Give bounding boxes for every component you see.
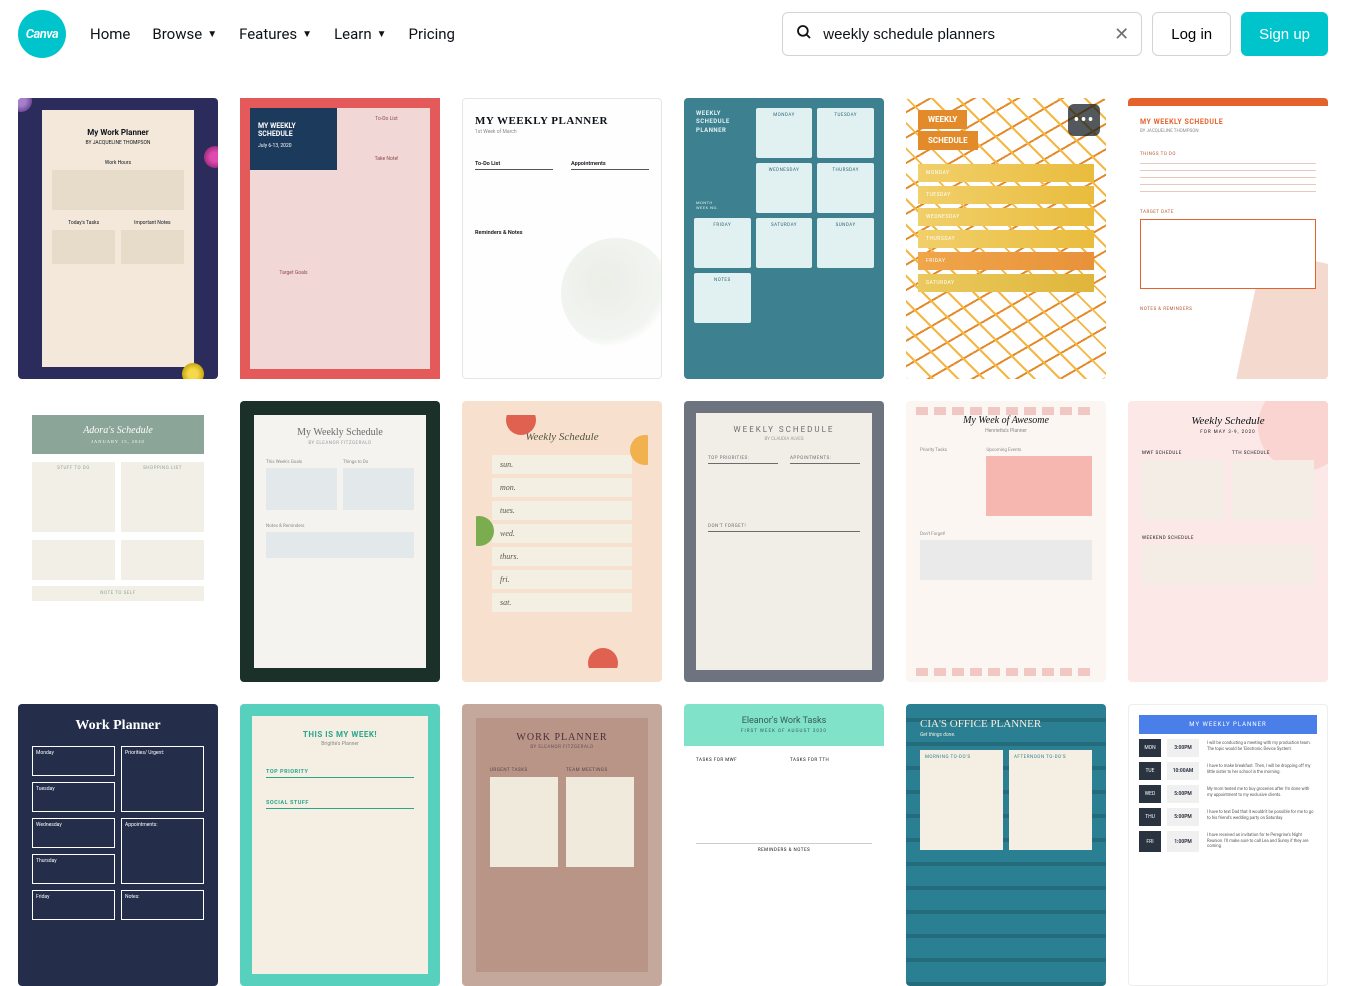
chevron-down-icon: ▼: [377, 29, 387, 40]
template-card[interactable]: CIA'S OFFICE PLANNER Get things done. MO…: [906, 704, 1106, 985]
template-card[interactable]: WORK PLANNER BY ELEANOR FITZGERALD URGEN…: [462, 704, 662, 985]
template-card[interactable]: MY WEEKLY SCHEDULE BY JACQUELINE THOMPSO…: [1128, 98, 1328, 379]
template-card[interactable]: MY WEEKLY SCHEDULEJuly 6-13, 2020 Target…: [240, 98, 440, 379]
chevron-down-icon: ▼: [207, 29, 217, 40]
template-card[interactable]: Weekly Schedule sun. mon. tues. wed. thu…: [462, 401, 662, 682]
template-card[interactable]: WEEKLY SCHEDULE MONDAY TUESDAY WEDNESDAY…: [906, 98, 1106, 379]
search-field[interactable]: ✕: [782, 12, 1142, 56]
nav-home[interactable]: Home: [90, 25, 130, 43]
nav-browse[interactable]: Browse▼: [152, 25, 217, 43]
search-input[interactable]: [823, 26, 1104, 43]
template-card[interactable]: Eleanor's Work TasksFIRST WEEK OF AUGUST…: [684, 704, 884, 985]
chevron-down-icon: ▼: [302, 29, 312, 40]
template-card[interactable]: WEEKLY SCHEDULE PLANNERMONTHWEEK NO. MON…: [684, 98, 884, 379]
template-card[interactable]: My Work Planner BY JACQUELINE THOMPSON W…: [18, 98, 218, 379]
nav-learn[interactable]: Learn▼: [334, 25, 386, 43]
clear-icon[interactable]: ✕: [1114, 24, 1129, 45]
nav-pricing[interactable]: Pricing: [409, 25, 455, 43]
template-card[interactable]: MY WEEKLY PLANNER MON3:00PMI will be con…: [1128, 704, 1328, 985]
template-card[interactable]: Work Planner Monday Priorities/ Urgent: …: [18, 704, 218, 985]
header: Canva Home Browse▼ Features▼ Learn▼ Pric…: [0, 0, 1346, 68]
card-title: MY WEEKLY PLANNER: [475, 115, 649, 127]
card-title: My Work Planner: [52, 128, 183, 137]
nav-features[interactable]: Features▼: [239, 25, 312, 43]
template-card[interactable]: THIS IS MY WEEK! Brigitte's Planner TOP …: [240, 704, 440, 985]
signup-button[interactable]: Sign up: [1241, 12, 1328, 56]
template-card[interactable]: Weekly Schedule FOR MAY 3-9, 2020 MWF SC…: [1128, 401, 1328, 682]
canva-logo[interactable]: Canva: [18, 10, 66, 58]
template-card[interactable]: MY WEEKLY PLANNER 1st Week of March To-D…: [462, 98, 662, 379]
template-grid: My Work Planner BY JACQUELINE THOMPSON W…: [0, 68, 1346, 986]
template-card[interactable]: My Week of Awesome Henrietta's Planner P…: [906, 401, 1106, 682]
template-card[interactable]: My Weekly Schedule BY ELEANOR FITZGERALD…: [240, 401, 440, 682]
template-card[interactable]: WEEKLY SCHEDULE BY CLAUDIA ALVES TOP PRI…: [684, 401, 884, 682]
card-subtitle: BY JACQUELINE THOMPSON: [52, 140, 183, 146]
main-nav: Home Browse▼ Features▼ Learn▼ Pricing: [90, 25, 455, 43]
search-icon: [795, 23, 813, 45]
login-button[interactable]: Log in: [1152, 12, 1231, 56]
template-card[interactable]: Adora's ScheduleJANUARY 15, 2020 STUFF T…: [18, 401, 218, 682]
